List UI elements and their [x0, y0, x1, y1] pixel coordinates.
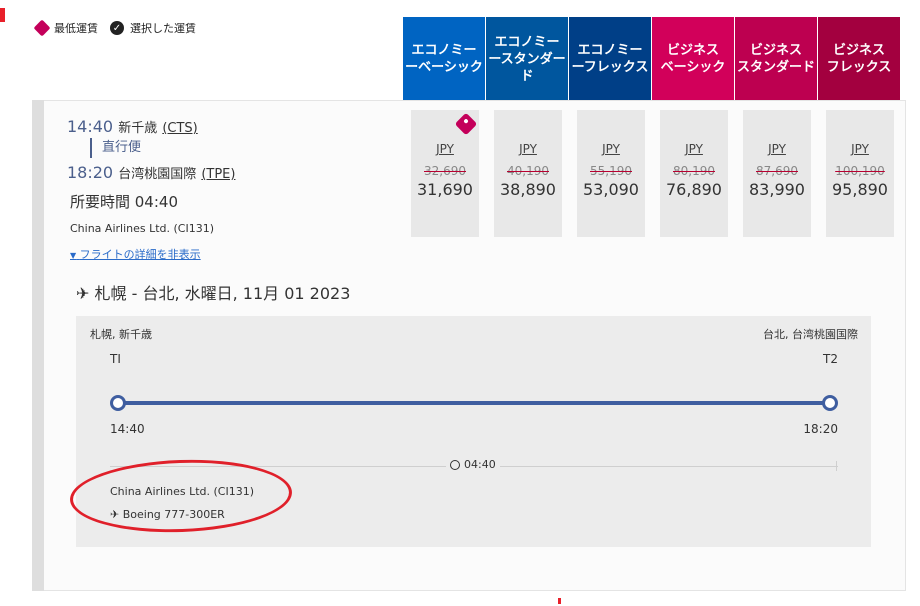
direct-flight-label: 直行便 — [90, 138, 141, 158]
arrival-time: 18:20 — [67, 163, 114, 182]
annotation-mark — [0, 8, 5, 22]
fare-header-label: ビジネス スタンダード — [737, 43, 816, 75]
price-currency: JPY — [851, 142, 869, 156]
fare-header-label: エコノミー ーフレックス — [571, 43, 649, 75]
price-business-basic[interactable]: JPY 80,190 76,890 — [660, 110, 728, 237]
fare-header-business-standard[interactable]: ビジネス スタンダード — [735, 17, 817, 101]
fare-header-economy-flex[interactable]: エコノミー ーフレックス — [569, 17, 651, 101]
fare-header-label: ビジネス フレックス — [826, 43, 892, 75]
price-economy-standard[interactable]: JPY 40,190 38,890 — [494, 110, 562, 237]
fare-legend: 最低運賃 ✓ 選択した運賃 — [33, 19, 196, 37]
price-currency: JPY — [685, 142, 703, 156]
airplane-icon: ✈ — [76, 284, 90, 303]
destination-terminal: T2 — [823, 352, 838, 366]
destination-city: 台北, 台湾桃園国際 — [763, 328, 858, 341]
price-current: 38,890 — [500, 180, 556, 199]
price-currency: JPY — [602, 142, 620, 156]
origin-terminal: TI — [110, 352, 121, 366]
chevron-down-icon: ▼ — [70, 251, 77, 260]
price-currency: JPY — [436, 142, 454, 156]
price-original: 87,690 — [756, 164, 798, 178]
price-current: 95,890 — [832, 180, 888, 199]
arrival-row: 18:20 台湾桃園国際 (TPE) — [67, 163, 235, 182]
timeline-departure-time: 14:40 — [110, 422, 145, 436]
price-current: 76,890 — [666, 180, 722, 199]
price-original: 40,190 — [507, 164, 549, 178]
origin-dot — [110, 395, 126, 411]
departure-airport: 新千歳 — [118, 121, 158, 136]
legend-selected-fare: 選択した運賃 — [130, 22, 196, 35]
details-link-label: フライトの詳細を非表示 — [79, 248, 201, 261]
departure-time: 14:40 — [67, 117, 114, 136]
origin-city: 札幌, 新千歳 — [90, 328, 152, 341]
duration-pill: 04:40 — [446, 458, 500, 471]
fare-header-label: エコノミー ースタンダード — [488, 34, 566, 84]
price-original: 55,190 — [590, 164, 632, 178]
total-duration: 所要時間 04:40 — [70, 193, 178, 211]
fare-header-label: ビジネス ベーシック — [660, 43, 726, 75]
legend-lowest-fare: 最低運賃 — [54, 22, 98, 35]
fare-header-economy-basic[interactable]: エコノミー ーベーシック — [403, 17, 485, 101]
destination-dot — [822, 395, 838, 411]
price-currency: JPY — [768, 142, 786, 156]
duration-line-end — [836, 461, 837, 471]
flight-timeline — [117, 401, 831, 405]
route-title: ✈ 札幌 - 台北, 水曜日, 11月 01 2023 — [76, 280, 350, 304]
fare-header-business-basic[interactable]: ビジネス ベーシック — [652, 17, 734, 101]
price-current: 53,090 — [583, 180, 639, 199]
timeline-arrival-time: 18:20 — [803, 422, 838, 436]
arrival-airport: 台湾桃園国際 — [118, 167, 197, 182]
hide-flight-details-link[interactable]: ▼ フライトの詳細を非表示 — [70, 246, 201, 262]
price-currency: JPY — [519, 142, 537, 156]
annotation-mark — [558, 598, 561, 604]
stopwatch-icon — [450, 459, 460, 470]
fare-header-business-flex[interactable]: ビジネス フレックス — [818, 17, 900, 101]
route-title-text: 札幌 - 台北, 水曜日, 11月 01 2023 — [94, 284, 351, 303]
departure-row: 14:40 新千歳 (CTS) — [67, 117, 198, 136]
card-accent-bar — [32, 100, 44, 591]
arrival-code: (TPE) — [201, 167, 236, 182]
price-original: 32,690 — [424, 164, 466, 178]
airline-name: China Airlines Ltd. (CI131) — [70, 222, 215, 235]
price-tag-icon — [33, 19, 51, 37]
check-circle-icon: ✓ — [110, 21, 124, 35]
price-economy-flex[interactable]: JPY 55,190 53,090 — [577, 110, 645, 237]
price-business-flex[interactable]: JPY 100,190 95,890 — [826, 110, 894, 237]
price-original: 100,190 — [835, 164, 885, 178]
price-original: 80,190 — [673, 164, 715, 178]
duration-value: 04:40 — [464, 458, 496, 471]
price-current: 31,690 — [417, 180, 473, 199]
price-business-standard[interactable]: JPY 87,690 83,990 — [743, 110, 811, 237]
price-current: 83,990 — [749, 180, 805, 199]
departure-code: (CTS) — [162, 121, 198, 136]
fare-header-economy-standard[interactable]: エコノミー ースタンダード — [486, 17, 568, 101]
fare-header-label: エコノミー ーベーシック — [405, 43, 483, 75]
